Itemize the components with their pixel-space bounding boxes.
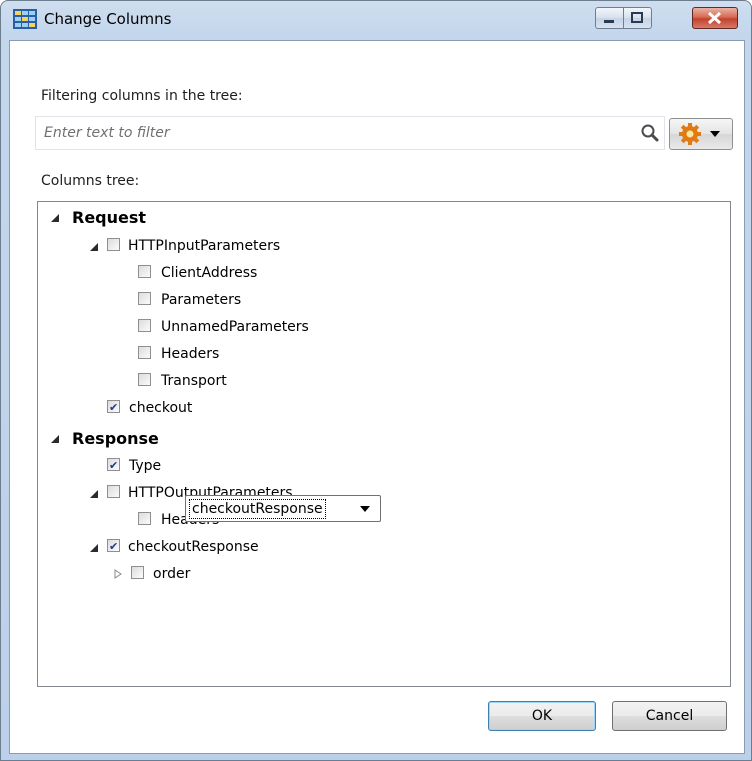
close-icon — [707, 11, 722, 25]
minimize-button[interactable] — [595, 7, 624, 29]
tree-item-label: HTTPInputParameters — [128, 238, 281, 254]
tree-item-label: ClientAddress — [161, 265, 258, 281]
tree-item-label: UnnamedParameters — [161, 319, 309, 335]
tree-item-label: checkout — [129, 400, 193, 416]
filter-box — [35, 116, 665, 150]
search-icon[interactable] — [640, 123, 660, 143]
checkbox-checked[interactable] — [107, 454, 120, 478]
checkbox-checked[interactable] — [107, 535, 120, 559]
tree-item-label: Parameters — [161, 292, 242, 308]
filter-settings-button[interactable] — [669, 118, 733, 150]
window-title: Change Columns — [44, 10, 172, 28]
type-select[interactable]: checkoutResponse — [185, 495, 381, 522]
columns-tree[interactable]: Request HTTPInputParameters ClientAddres… — [37, 201, 731, 687]
tree-item-label: Type — [129, 458, 162, 474]
cancel-button[interactable]: Cancel — [612, 701, 727, 731]
title-bar[interactable]: Change Columns — [1, 1, 751, 35]
tree-group-label: Request — [72, 208, 147, 227]
checkbox[interactable] — [138, 265, 151, 278]
type-select-value: checkoutResponse — [189, 499, 326, 519]
close-button[interactable] — [692, 7, 738, 29]
maximize-icon — [631, 12, 643, 23]
maximize-button[interactable] — [623, 7, 652, 29]
dialog-client-area: Filtering columns in the tree: Enter tex… — [9, 40, 745, 754]
checkbox[interactable] — [138, 292, 151, 305]
expanded-arrow-icon[interactable] — [50, 434, 60, 444]
chevron-down-icon — [710, 131, 720, 137]
chevron-down-icon — [360, 506, 370, 512]
tree-item-label: order — [153, 566, 191, 582]
tree-item-label: checkoutResponse — [128, 539, 259, 555]
minimize-icon — [604, 20, 614, 23]
checkbox[interactable] — [138, 512, 151, 525]
filter-label: Filtering columns in the tree: — [41, 88, 243, 104]
expanded-arrow-icon[interactable] — [89, 489, 99, 499]
change-columns-window: Change Columns Filtering columns in the … — [0, 0, 752, 761]
app-icon — [13, 9, 37, 29]
checkbox[interactable] — [138, 373, 151, 386]
checkbox[interactable] — [131, 566, 144, 579]
columns-tree-label: Columns tree: — [41, 173, 140, 189]
checkbox-checked[interactable] — [107, 396, 120, 420]
checkbox[interactable] — [107, 485, 120, 498]
checkbox[interactable] — [138, 319, 151, 332]
expanded-arrow-icon[interactable] — [89, 543, 99, 553]
tree-item-label: Transport — [161, 373, 227, 389]
collapsed-arrow-icon[interactable] — [113, 569, 123, 579]
tree-item-label: Headers — [161, 346, 220, 362]
checkbox[interactable] — [138, 346, 151, 359]
expanded-arrow-icon[interactable] — [50, 213, 60, 223]
tree-group-label: Response — [72, 429, 159, 448]
gear-icon — [679, 123, 720, 145]
expanded-arrow-icon[interactable] — [89, 242, 99, 252]
checkbox[interactable] — [107, 238, 120, 251]
ok-button[interactable]: OK — [488, 701, 596, 731]
filter-input[interactable] — [44, 123, 604, 143]
